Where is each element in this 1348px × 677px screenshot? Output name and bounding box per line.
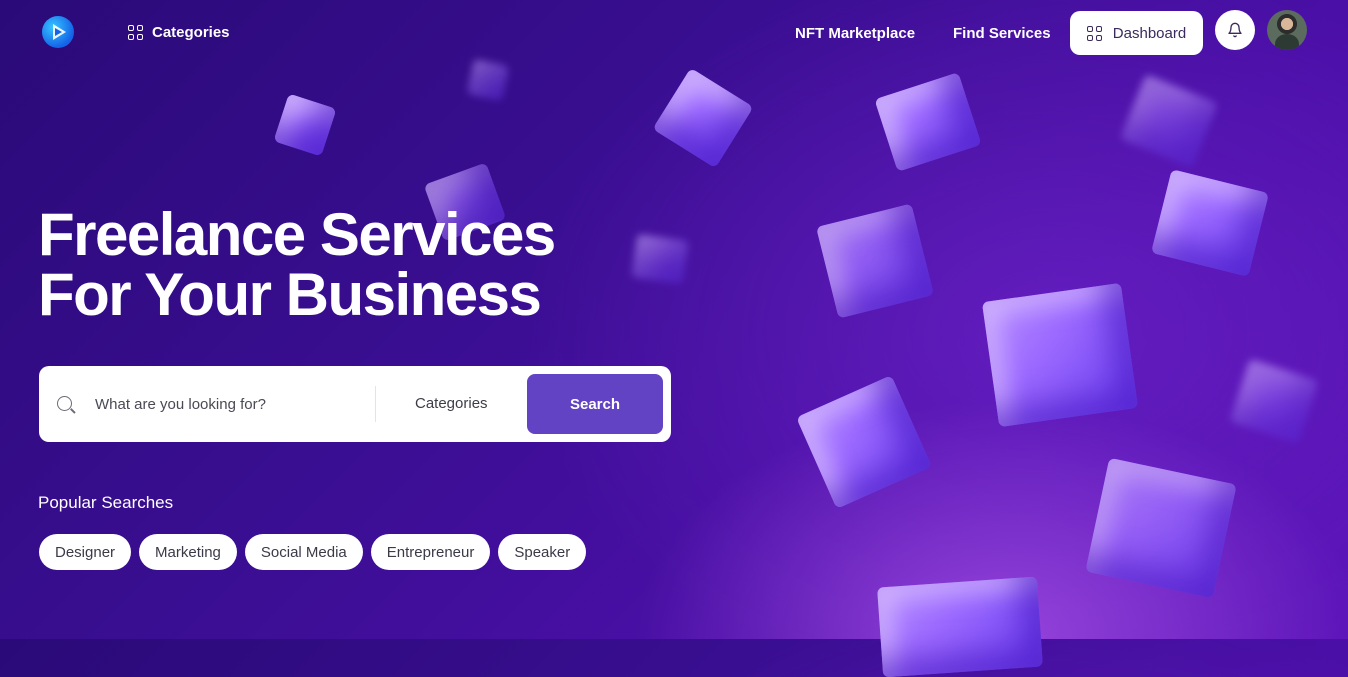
grid-icon: [1086, 25, 1102, 41]
avatar[interactable]: [1267, 10, 1307, 50]
dashboard-label: Dashboard: [1112, 24, 1187, 42]
hero-title-line2: For Your Business: [38, 261, 542, 328]
decorative-cube: [877, 576, 1043, 677]
decorative-cube: [1119, 73, 1219, 169]
dashboard-button[interactable]: Dashboard: [1070, 11, 1203, 55]
decorative-cube: [466, 58, 510, 102]
decorative-cube: [652, 67, 754, 169]
bell-icon: [1228, 22, 1242, 38]
grid-icon: [128, 25, 143, 40]
tag-marketing[interactable]: Marketing: [139, 534, 237, 570]
search-icon: [57, 396, 72, 411]
decorative-cube: [874, 72, 982, 172]
category-select[interactable]: Categories: [415, 395, 488, 412]
decorative-cube: [273, 93, 337, 157]
popular-search-tags: Designer Marketing Social Media Entrepre…: [39, 534, 587, 570]
decorative-cube: [1229, 358, 1319, 444]
decorative-cube: [1151, 169, 1269, 277]
decorative-cube: [1085, 457, 1237, 599]
tag-speaker[interactable]: Speaker: [498, 534, 587, 570]
tag-designer[interactable]: Designer: [39, 534, 132, 570]
search-input[interactable]: [85, 390, 385, 418]
nav-nft-marketplace[interactable]: NFT Marketplace: [795, 25, 915, 42]
nav-find-services[interactable]: Find Services: [953, 25, 1051, 42]
divider: [375, 386, 376, 422]
search-button[interactable]: Search: [527, 374, 663, 434]
search-bar: Categories Search: [39, 366, 671, 442]
notifications-button[interactable]: [1215, 10, 1255, 50]
categories-menu-button[interactable]: Categories: [128, 24, 230, 41]
decorative-cube: [796, 375, 932, 509]
hero-title-line1: Freelance Services: [38, 201, 556, 268]
decorative-cube: [816, 203, 934, 319]
tag-social-media[interactable]: Social Media: [244, 534, 363, 570]
popular-searches-label: Popular Searches: [38, 493, 174, 512]
hero-title: Freelance Services For Your Business: [38, 205, 658, 325]
decorative-cube: [981, 282, 1139, 428]
tag-entrepreneur[interactable]: Entrepreneur: [370, 534, 491, 570]
logo[interactable]: [42, 16, 74, 48]
categories-label: Categories: [152, 24, 230, 41]
